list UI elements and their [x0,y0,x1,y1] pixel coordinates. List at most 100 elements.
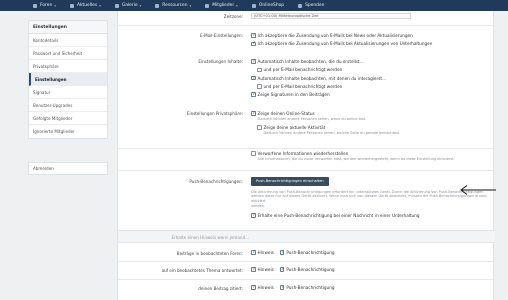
activity-option[interactable]: Zeige deine aktuelle Aktivität [257,125,489,130]
option-label: und per E-Mail benachrichtigt werden [263,67,343,73]
checkbox[interactable] [251,285,256,290]
checkbox[interactable] [257,84,262,89]
watch-interacted-email-option[interactable]: und per E-Mail benachrichtigt werden [257,84,489,89]
online-status-hint: Dadurch können andere Personen sehen, wa… [257,117,367,122]
checkbox[interactable] [251,33,256,38]
nav-label: Spenden [305,3,325,8]
option-label: Push-Benachrichtigung [286,250,335,255]
push-option[interactable]: Push-Benachrichtigung [279,285,335,290]
checkbox[interactable] [251,76,256,81]
sidebar-item-passwort[interactable]: Passwort und Sicherheit [29,47,107,60]
sidebar-item-kontodetails[interactable]: Kontodetails [29,34,107,47]
push-label: Push-Benachrichtigungen: [189,179,243,184]
alert-option[interactable]: Hinweis [251,285,274,290]
sidebar-item-privatsphaere[interactable]: Privatsphäre [29,60,107,73]
checkbox[interactable] [279,267,285,272]
chevron-down-icon[interactable]: ▾ [236,4,238,8]
nav-item-foren[interactable]: Foren ▾ [33,3,56,8]
email-news-option[interactable]: Ich akzeptiere die Zusendung von E-Mails… [251,33,489,38]
option-label: und per E-Mail benachrichtigt werden [263,83,343,89]
alert-row-label: Beiträge in beobachteten Foren: [176,251,243,256]
top-navigation: Foren ▾ Aktuelles ▾ Galerie ▾ Ressourcen ▾ M… [0,0,508,11]
activity-hint: Dadurch können andere Personen sehen, we… [263,131,401,136]
restore-dismissed-hint: Alle Informationen, die du zuvor verworf… [257,157,455,162]
push-hint-3: werden. [251,203,266,208]
nav-item-onlineshop[interactable]: OnlineShop [251,3,285,8]
checkbox[interactable] [251,111,256,116]
option-label: Hinweis [257,285,274,290]
checkbox[interactable] [251,213,256,218]
nav-label: Mitglieder [212,3,235,8]
alert-option[interactable]: Hinweis [251,267,274,272]
option-label: Hinweis [257,250,274,255]
watch-created-email-option[interactable]: und per E-Mail benachrichtigt werden [257,67,489,72]
download-icon [155,3,160,8]
privacy-settings-label: Einstellungen Privatsphäre: [186,111,243,116]
timezone-label: Zeitzone: [223,13,243,19]
option-label: Ich akzeptiere die Zusendung von E-Mails… [257,33,413,38]
shop-icon [251,3,256,8]
option-label: Ich akzeptiere die Zusendung von E-Mails… [257,41,433,47]
option-label: Zeige Signaturen in den Beiträgen [257,92,330,98]
email-settings-label: E-Mail-Einstellungen: [200,33,243,38]
checkbox[interactable] [251,267,256,272]
push-option[interactable]: Push-Benachrichtigung [279,267,335,272]
option-label: Erhalte eine Push-Benachrichtigung bei e… [257,213,420,219]
content-settings-label: Einstellungen Inhalte: [198,59,243,64]
donate-icon [298,3,303,8]
nav-label: OnlineShop [258,3,285,8]
account-sidebar: Einstellungen Kontodetails Passwort und … [28,20,108,139]
chevron-down-icon[interactable]: ▾ [190,4,192,8]
sidebar-item-gefolgte[interactable]: Gefolgte Mitglieder [29,112,107,125]
checkbox[interactable] [251,250,256,255]
news-icon [69,3,74,8]
push-option[interactable]: Push-Benachrichtigung [279,250,335,255]
restore-dismissed-option[interactable]: Verworfene Informationen wiederherstelle… [251,151,489,156]
watch-interacted-option[interactable]: Automatisch Inhalte beobachten, mit dene… [251,76,489,81]
nav-item-aktuelles[interactable]: Aktuelles ▾ [69,3,101,8]
sidebar-item-ignorierte[interactable]: Ignorierte Mitglieder [29,125,107,138]
option-label: Verworfene Informationen wiederherstelle… [257,151,349,156]
option-label: Automatisch Inhalte beobachten, mit dene… [257,75,387,81]
checkbox[interactable] [279,250,285,255]
alerts-section-header: Erhalte einen Hinweis wenn jemand... [118,230,495,243]
sidebar-item-upgrades[interactable]: Benutzer-Upgrades [29,99,107,112]
show-signatures-option[interactable]: Zeige Signaturen in den Beiträgen [251,92,489,97]
nav-item-mitglieder[interactable]: Mitglieder ▾ [205,3,238,8]
sidebar-heading: Einstellungen [29,21,107,34]
chevron-down-icon[interactable]: ▾ [99,4,101,8]
nav-label: Foren [40,3,53,8]
alert-row-label: deinen Beitrag zitiert: [198,286,243,291]
checkbox[interactable] [257,125,262,130]
checkbox[interactable] [251,59,256,64]
push-conversation-option[interactable]: Erhalte eine Push-Benachrichtigung bei e… [251,213,489,218]
online-status-option[interactable]: Zeige deinen Online-Status [251,111,489,116]
timezone-select[interactable]: (UTC+01:00) Mitteleuropäische Zeit [251,13,411,19]
nav-label: Galerie [121,3,138,8]
nav-item-ressourcen[interactable]: Ressourcen ▾ [155,3,191,8]
enable-push-button[interactable]: Push-Benachrichtigungen einschalten [251,177,329,186]
checkbox[interactable] [279,285,285,290]
alert-option[interactable]: Hinweis [251,250,274,255]
nav-label: Ressourcen [162,3,188,8]
checkbox[interactable] [251,151,256,156]
checkbox[interactable] [251,92,256,97]
gallery-icon [114,3,119,8]
checkbox[interactable] [257,67,262,73]
checkbox[interactable] [251,41,256,47]
settings-form: Zeitzone: (UTC+01:00) Mitteleuropäische … [117,11,496,300]
logout-link[interactable]: Abmelden [28,162,108,175]
chevron-down-icon[interactable]: ▾ [54,4,56,8]
email-conversation-option[interactable]: Ich akzeptiere die Zusendung von E-Mails… [251,41,489,46]
watch-created-option[interactable]: Automatisch Inhalte beobachten, die du e… [251,59,489,64]
sidebar-item-einstellungen[interactable]: Einstellungen [29,73,107,86]
sidebar-item-signatur[interactable]: Signatur [29,86,107,99]
nav-item-galerie[interactable]: Galerie ▾ [114,3,142,8]
option-label: Push-Benachrichtigung [286,267,335,272]
option-label: Automatisch Inhalte beobachten, die du e… [257,59,364,64]
option-label: Hinweis [257,267,274,272]
nav-item-spenden[interactable]: Spenden [298,3,324,8]
option-label: Zeige deinen Online-Status [257,111,315,116]
arrow-left-icon [460,185,496,195]
chevron-down-icon[interactable]: ▾ [140,4,142,8]
